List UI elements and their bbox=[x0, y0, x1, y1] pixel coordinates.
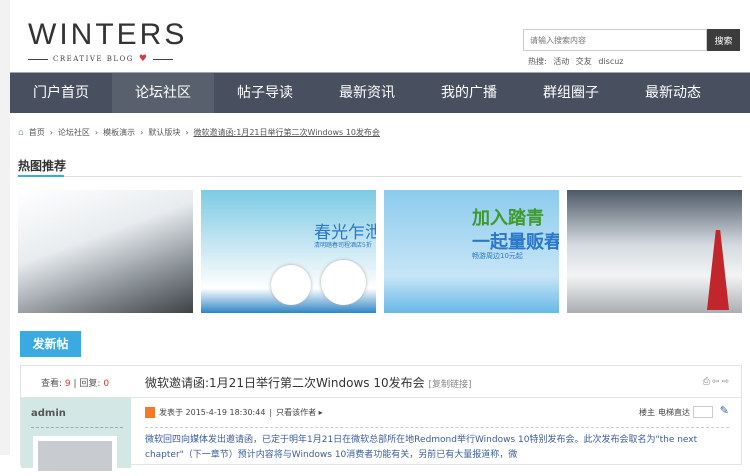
hot-link[interactable]: 活动 bbox=[553, 57, 569, 66]
page-gutter bbox=[0, 0, 10, 455]
crumb-link[interactable]: 微软邀请函:1月21日举行第二次Windows 10发布会 bbox=[194, 127, 380, 138]
heart-icon: ♥ bbox=[138, 54, 149, 64]
crumb-link[interactable]: 论坛社区 bbox=[58, 127, 90, 138]
author-name[interactable]: admin bbox=[31, 408, 66, 419]
next-icon[interactable]: ⇨ bbox=[721, 377, 731, 387]
logo-subtitle: CREATIVE BLOG bbox=[53, 55, 134, 63]
post-stats: 查看: 9 | 回复: 0 bbox=[41, 379, 110, 389]
avatar[interactable] bbox=[33, 436, 117, 476]
jump-label: 电梯直达 bbox=[658, 407, 690, 417]
banner-text: 畅游周边10元起 bbox=[472, 252, 523, 260]
banner-spring[interactable]: 春光乍泄 清明踏春司程酒店5折 bbox=[201, 190, 376, 313]
banner-text: 加入踏青 bbox=[472, 208, 544, 229]
nav-activity[interactable]: 最新动态 bbox=[622, 73, 724, 113]
banner-yacht[interactable] bbox=[567, 190, 742, 313]
crumb-link[interactable]: 首页 bbox=[29, 127, 45, 138]
search-button[interactable]: 搜索 bbox=[707, 29, 740, 51]
logo[interactable]: WINTERS CREATIVE BLOG ♥ bbox=[28, 18, 187, 64]
print-icon[interactable]: ⎙ bbox=[703, 377, 712, 387]
only-author-link[interactable]: 只看该作者 ▸ bbox=[276, 407, 323, 418]
main-nav: 门户首页 论坛社区 帖子导读 最新资讯 我的广播 群组圈子 最新动态 bbox=[10, 72, 750, 113]
floor-jump-input[interactable] bbox=[693, 406, 713, 418]
user-icon bbox=[145, 407, 155, 418]
hot-searches: 热搜: 活动 交友 discuz bbox=[528, 56, 627, 67]
section-divider bbox=[18, 175, 742, 177]
banner-outing[interactable]: 加入踏青 一起量贩春 畅游周边10元起 bbox=[384, 190, 559, 313]
pen-icon[interactable]: ✎ bbox=[720, 404, 729, 417]
post: 查看: 9 | 回复: 0 微软邀请函:1月21日举行第二次Windows 10… bbox=[20, 365, 742, 476]
nav-guide[interactable]: 帖子导读 bbox=[214, 73, 316, 113]
post-date: 发表于 2015-4-19 18:30:44 bbox=[159, 408, 266, 417]
logo-title: WINTERS bbox=[28, 18, 188, 51]
post-title: 微软邀请函:1月21日举行第二次Windows 10发布会 bbox=[145, 376, 425, 390]
nav-news[interactable]: 最新资讯 bbox=[316, 73, 418, 113]
hot-link[interactable]: discuz bbox=[598, 57, 623, 66]
post-body: 微软回四向媒体发出邀请函，已定于明年1月21日在微软总部所在地Redmond举行… bbox=[145, 435, 698, 460]
search-bar: 搜索 bbox=[523, 29, 740, 51]
crumb-link[interactable]: 模板演示 bbox=[103, 127, 135, 138]
hot-link[interactable]: 交友 bbox=[576, 57, 592, 66]
nav-broadcast[interactable]: 我的广播 bbox=[418, 73, 520, 113]
nav-portal[interactable]: 门户首页 bbox=[10, 73, 112, 113]
breadcrumb: ⌂ 首页 › 论坛社区 › 模板演示 › 默认版块 › 微软邀请函:1月21日举行第二次… bbox=[18, 127, 380, 138]
nav-forum[interactable]: 论坛社区 bbox=[112, 73, 214, 113]
new-post-button[interactable]: 发新帖 bbox=[20, 331, 81, 357]
section-title: 热图推荐 bbox=[18, 159, 67, 173]
author-sidebar: admin bbox=[21, 398, 131, 476]
home-icon[interactable]: ⌂ bbox=[18, 128, 24, 138]
hot-label: 热搜: bbox=[528, 57, 547, 66]
search-input[interactable] bbox=[523, 29, 707, 51]
floor-label: 楼主 bbox=[639, 407, 655, 417]
copy-link[interactable]: [复制链接] bbox=[428, 380, 471, 390]
banner-motorcycle[interactable] bbox=[18, 190, 193, 313]
nav-groups[interactable]: 群组圈子 bbox=[520, 73, 622, 113]
crumb-link[interactable]: 默认版块 bbox=[148, 127, 180, 138]
banner-text: 清明踏春司程酒店5折 bbox=[314, 242, 372, 249]
